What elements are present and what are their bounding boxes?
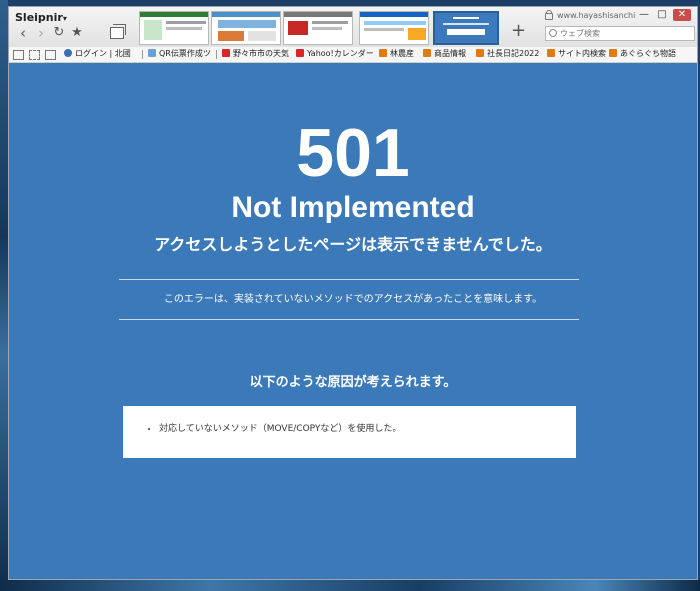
divider xyxy=(119,319,579,320)
error-description: このエラーは、実装されていないメソッドでのアクセスがあったことを意味します。 xyxy=(163,294,543,305)
separator xyxy=(216,50,217,59)
causes-list: 対応していないメソッド（MOVE/COPYなど）を使用した。 xyxy=(147,423,576,435)
bookmark-item[interactable]: 野々市市の天気 xyxy=(222,48,289,59)
thumbnail-bar xyxy=(212,12,280,17)
bookmark-label: Yahoo!カレンダー xyxy=(307,49,374,58)
bookmark-item[interactable]: 林農産 xyxy=(379,48,414,59)
search-icon xyxy=(549,29,557,37)
bookmark-label: 社長日記2022 xyxy=(487,49,540,58)
bookmark-favicon xyxy=(609,49,617,57)
bookmark-item[interactable]: QR伝票作成ツ xyxy=(148,48,211,59)
bookmark-favicon xyxy=(476,49,484,57)
bookmark-item[interactable]: あぐらぐち物語 xyxy=(609,48,676,59)
bookmark-item[interactable]: Yahoo!カレンダー xyxy=(296,48,374,59)
thumbnail-block xyxy=(218,20,276,28)
error-page: 501 Not Implemented アクセスしようとしたページは表示できませ… xyxy=(9,63,697,579)
desktop-background-bottom xyxy=(0,580,700,591)
bookmark-label: 野々市市の天気 xyxy=(233,49,289,58)
close-button[interactable]: ✕ xyxy=(673,9,691,21)
reload-button[interactable]: ↻ xyxy=(51,25,67,41)
back-button[interactable]: ‹ xyxy=(15,25,31,41)
browser-name: Sleipnir xyxy=(15,11,63,24)
search-input[interactable]: ウェブ検索 xyxy=(545,26,695,41)
forward-button[interactable]: › xyxy=(33,25,49,41)
bookmark-label: あぐらぐち物語 xyxy=(620,49,676,58)
bookmark-item[interactable]: 商品情報 xyxy=(423,48,466,59)
lock-icon xyxy=(545,10,553,20)
thumbnail-block xyxy=(288,21,308,35)
thumbnail-block xyxy=(218,31,244,41)
tab-thumbnail-2[interactable] xyxy=(211,11,281,45)
bookmark-label: QR伝票作成ツ xyxy=(159,49,211,58)
reload-icon: ↻ xyxy=(53,25,65,40)
tab-thumbnail-4[interactable] xyxy=(359,11,429,45)
bookmark-favicon xyxy=(379,49,387,57)
thumbnail-block xyxy=(166,27,202,30)
tab-thumbnail-3[interactable] xyxy=(283,11,353,45)
bookmark-item[interactable]: 社長日記2022 xyxy=(476,48,539,59)
thumbnail-block xyxy=(144,20,162,40)
thumbnail-bar xyxy=(140,12,208,17)
star-icon: ★ xyxy=(71,25,83,40)
title-bar: Sleipnir▾ ‹ › ↻ ★ + www.hayashisanchi...… xyxy=(9,7,697,47)
address-bar[interactable]: www.hayashisanchi... xyxy=(557,11,635,20)
thumbnail-block xyxy=(312,21,348,24)
thumbnail-block xyxy=(364,28,404,31)
error-code: 501 xyxy=(296,115,410,191)
thumbnail-block xyxy=(248,31,276,41)
bookmark-favicon xyxy=(64,49,72,57)
error-title: Not Implemented xyxy=(231,191,475,224)
list-item: 対応していないメソッド（MOVE/COPYなど）を使用した。 xyxy=(159,423,576,435)
search-placeholder: ウェブ検索 xyxy=(560,29,600,38)
thumbnail-block xyxy=(364,21,426,25)
causes-box: 対応していないメソッド（MOVE/COPYなど）を使用した。 xyxy=(123,406,576,458)
tab-thumbnail-active[interactable] xyxy=(433,11,499,45)
bookmark-folder-icon[interactable] xyxy=(13,50,24,60)
bookmark-item[interactable]: ログイン | 北國 xyxy=(64,48,131,59)
thumbnail-bar xyxy=(284,12,352,17)
maximize-button[interactable]: □ xyxy=(655,9,669,21)
tab-list-icon[interactable] xyxy=(110,24,126,39)
thumbnail-block xyxy=(408,28,426,40)
minimize-button[interactable]: — xyxy=(637,9,651,21)
bookmark-label: サイト内検索 xyxy=(558,49,606,58)
chevron-down-icon: ▾ xyxy=(62,14,67,23)
causes-heading: 以下のような原因が考えられます。 xyxy=(249,375,457,390)
bookmark-label: ログイン | 北國 xyxy=(75,49,131,58)
separator xyxy=(142,50,143,59)
bookmark-item[interactable]: サイト内検索 xyxy=(547,48,606,59)
forward-icon: › xyxy=(38,24,44,42)
thumbnail-block xyxy=(166,21,206,24)
back-icon: ‹ xyxy=(20,24,26,42)
bookmark-label: 商品情報 xyxy=(434,49,466,58)
page-icon[interactable] xyxy=(45,50,56,60)
new-tab-button[interactable]: + xyxy=(511,20,526,41)
tab-thumbnail-1[interactable] xyxy=(139,11,209,45)
bookmark-label: 林農産 xyxy=(390,49,414,58)
thumbnail-block xyxy=(447,29,485,35)
bookmark-favicon xyxy=(296,49,304,57)
thumbnail-block xyxy=(453,17,479,19)
thumbnail-bar xyxy=(360,12,428,17)
bookmarks-bar: ログイン | 北國 QR伝票作成ツ 野々市市の天気 Yahoo!カレンダー 林農… xyxy=(9,47,697,63)
favorite-button[interactable]: ★ xyxy=(69,25,85,41)
browser-window: Sleipnir▾ ‹ › ↻ ★ + www.hayashisanchi...… xyxy=(8,6,698,580)
desktop-background xyxy=(0,0,8,591)
bookmark-manager-icon[interactable] xyxy=(29,50,40,60)
bookmark-favicon xyxy=(222,49,230,57)
browser-menu-button[interactable]: Sleipnir▾ xyxy=(15,11,67,24)
bookmark-favicon xyxy=(547,49,555,57)
bookmark-favicon xyxy=(148,49,156,57)
divider xyxy=(119,279,579,280)
thumbnail-block xyxy=(443,23,489,25)
thumbnail-block xyxy=(312,27,342,30)
error-subtitle: アクセスしようとしたページは表示できませんでした。 xyxy=(154,235,552,254)
bookmark-favicon xyxy=(423,49,431,57)
